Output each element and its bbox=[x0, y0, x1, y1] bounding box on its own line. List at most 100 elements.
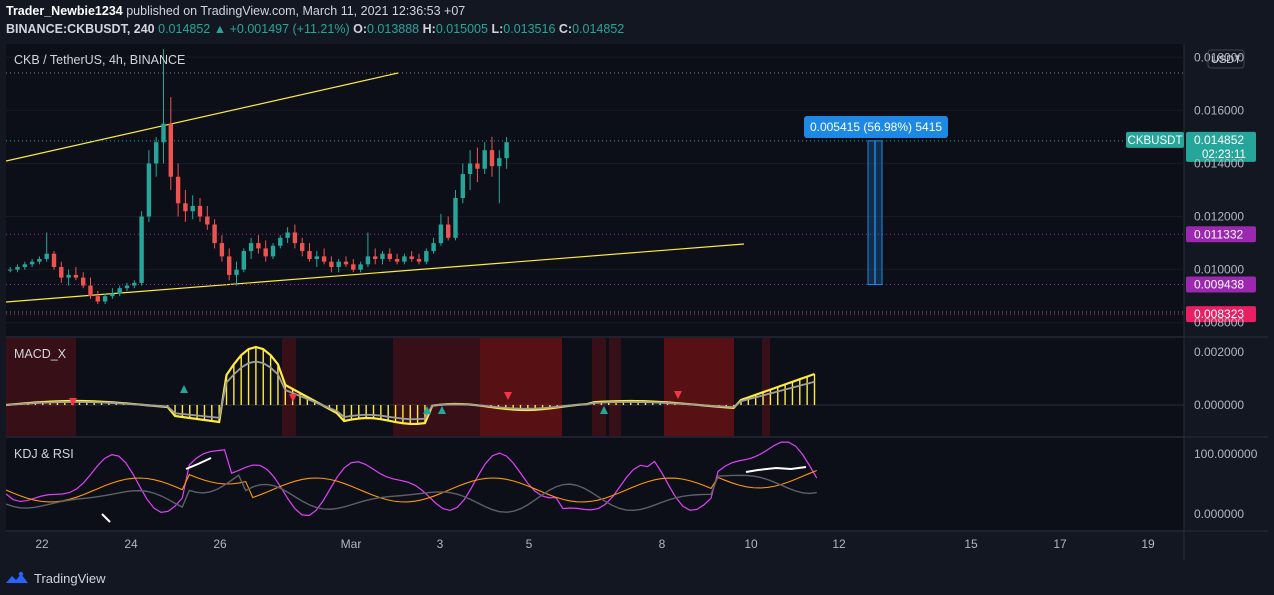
candle-body bbox=[183, 203, 188, 212]
candle-body bbox=[292, 232, 298, 244]
high-value: 0.015005 bbox=[435, 22, 488, 36]
candle-body bbox=[175, 176, 181, 204]
last-price: 0.014852 bbox=[158, 22, 211, 36]
candle-body bbox=[124, 285, 130, 289]
close-value: 0.014852 bbox=[572, 22, 625, 36]
level-tag-label: 0.009438 bbox=[1194, 278, 1244, 292]
candle-body bbox=[409, 256, 414, 260]
candle-body bbox=[314, 256, 319, 260]
ohlc-line: BINANCE:CKBUSDT, 240 0.014852 ▲ +0.00149… bbox=[6, 22, 624, 36]
kdj-tick: 0.000000 bbox=[1194, 507, 1244, 521]
candle-body bbox=[394, 259, 400, 262]
low-value: 0.013516 bbox=[503, 22, 556, 36]
candle-body bbox=[489, 150, 495, 167]
price-tick-label: 0.010000 bbox=[1194, 263, 1244, 277]
currency-label: USDT bbox=[1211, 54, 1241, 66]
candle-body bbox=[329, 261, 334, 267]
kdj-title: KDJ & RSI bbox=[14, 447, 74, 461]
time-tick-label: 8 bbox=[659, 537, 666, 551]
candle-body bbox=[460, 174, 465, 198]
chart-svg[interactable]: 0.0113320.0094380.008323CKBUSDT 0.0148520… bbox=[5, 44, 1268, 560]
candle-body bbox=[387, 253, 392, 260]
time-tick-label: 26 bbox=[213, 537, 227, 551]
time-tick-label: 12 bbox=[832, 537, 846, 551]
candle-body bbox=[248, 243, 254, 252]
footer-brand[interactable]: TradingView bbox=[6, 567, 106, 589]
candle-body bbox=[497, 158, 502, 167]
kdj-tick: 100.000000 bbox=[1194, 447, 1258, 461]
open-value: 0.013888 bbox=[367, 22, 420, 36]
main-pane bbox=[6, 44, 1184, 336]
publish-line: Trader_Newbie1234 published on TradingVi… bbox=[6, 4, 465, 18]
last-price-label: 0.014852 bbox=[1194, 133, 1244, 147]
macd-signal-band bbox=[664, 338, 734, 436]
candle-body bbox=[424, 251, 429, 262]
macd-signal-band bbox=[393, 338, 480, 436]
price-tick-label: 0.008000 bbox=[1194, 316, 1244, 330]
candle-body bbox=[307, 251, 312, 260]
measure-label: 0.005415 (56.98%) 5415 bbox=[810, 120, 942, 134]
price-tick-label: 0.016000 bbox=[1194, 103, 1244, 117]
candle-body bbox=[88, 285, 93, 297]
candle-body bbox=[351, 264, 356, 270]
candle-body bbox=[37, 259, 42, 262]
time-tick-label: 17 bbox=[1053, 537, 1067, 551]
candle-body bbox=[270, 245, 276, 257]
candle-body bbox=[15, 266, 20, 270]
publish-info: published on TradingView.com, March 11, … bbox=[126, 4, 466, 18]
candle-body bbox=[234, 269, 239, 275]
candle-body bbox=[256, 243, 261, 249]
candle-body bbox=[95, 296, 100, 302]
candle-body bbox=[102, 296, 108, 302]
price-tick-label: 0.012000 bbox=[1194, 210, 1244, 224]
level-tag-label: 0.011332 bbox=[1194, 227, 1243, 241]
close-label: C: bbox=[558, 22, 573, 36]
candle-body bbox=[380, 253, 385, 260]
tradingview-logo-icon bbox=[6, 571, 28, 583]
candle-body bbox=[402, 256, 407, 262]
candle-body bbox=[431, 243, 436, 252]
candle-body bbox=[285, 232, 290, 238]
chart-area[interactable]: 0.011332 0.009438 0.008323 CKBUSDT 0.014852 0… bbox=[5, 44, 1268, 560]
symbol-label: BINANCE:CKBUSDT, 240 bbox=[6, 22, 155, 36]
candle-body bbox=[373, 256, 378, 260]
candle-body bbox=[66, 274, 71, 278]
macd-signal-band bbox=[592, 338, 606, 436]
time-tick-label: 5 bbox=[526, 537, 533, 551]
candle-body bbox=[241, 251, 246, 270]
candle-body bbox=[438, 224, 444, 244]
macd-tick: 0.002000 bbox=[1194, 345, 1244, 359]
macd-signal-band bbox=[762, 338, 770, 436]
candle-body bbox=[467, 163, 473, 175]
candle-body bbox=[44, 253, 49, 260]
candle-body bbox=[321, 256, 327, 262]
candle-body bbox=[504, 142, 509, 159]
candle-body bbox=[132, 282, 137, 286]
high-label: H: bbox=[422, 22, 436, 36]
symbol-tag-label: CKBUSDT bbox=[1128, 135, 1183, 147]
candle-body bbox=[358, 264, 363, 270]
macd-tick: 0.000000 bbox=[1194, 398, 1244, 412]
candle-body bbox=[482, 150, 487, 169]
candle-body bbox=[343, 261, 349, 265]
candle-body bbox=[146, 163, 152, 217]
time-tick-label: 19 bbox=[1141, 537, 1155, 551]
candle-body bbox=[336, 261, 341, 267]
candle-body bbox=[263, 248, 268, 257]
candle-body bbox=[29, 261, 35, 265]
open-label: O: bbox=[353, 22, 367, 36]
candle-body bbox=[300, 243, 305, 252]
candle-body bbox=[227, 256, 232, 275]
author-name[interactable]: Trader_Newbie1234 bbox=[6, 4, 123, 18]
candle-body bbox=[139, 216, 144, 283]
brand-name: TradingView bbox=[34, 570, 106, 586]
chart-title: CKB / TetherUS, 4h, BINANCE bbox=[14, 53, 185, 67]
candle-body bbox=[22, 264, 27, 267]
candle-body bbox=[117, 288, 122, 294]
candle-body bbox=[197, 205, 203, 217]
candle-body bbox=[446, 224, 451, 238]
up-arrow-icon: ▲ bbox=[213, 22, 227, 36]
candle-body bbox=[212, 224, 217, 244]
candle-body bbox=[51, 253, 57, 267]
price-tick-label: 0.014000 bbox=[1194, 156, 1244, 170]
